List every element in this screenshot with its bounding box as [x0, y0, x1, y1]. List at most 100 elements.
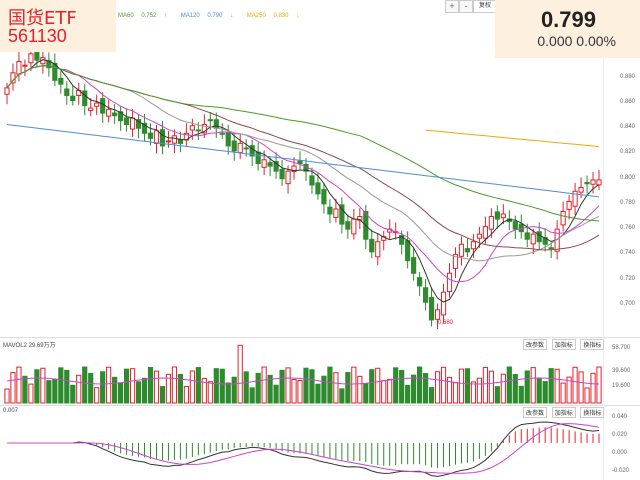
macd-axis-3: 0.000: [612, 450, 628, 456]
macd-dif-line: [7, 421, 600, 477]
volume-bar: [584, 387, 590, 404]
candle-up: [596, 179, 602, 186]
candle-up: [500, 213, 506, 219]
volume-bar: [530, 367, 536, 404]
volume-bar: [482, 367, 488, 404]
zoom-in-button[interactable]: +: [445, 0, 459, 13]
macd-dea-line: [7, 423, 600, 474]
macd-add-indicator-button[interactable]: 加指标: [551, 407, 576, 418]
price-change: 0.000 0.00%: [537, 33, 616, 49]
macd-edit-params-button[interactable]: 改参数: [523, 407, 548, 418]
candle-up: [458, 243, 465, 257]
volume-bar: [536, 378, 542, 404]
volume-bar: [411, 374, 417, 404]
zoom-out-button[interactable]: -: [459, 0, 473, 13]
macd-axis-2: 0.020: [612, 432, 628, 438]
volume-bar: [488, 370, 494, 404]
candle-down: [536, 231, 542, 243]
volume-bar: [106, 366, 112, 404]
volume-bar: [231, 376, 237, 404]
volume-bar: [273, 384, 279, 404]
volume-bar: [494, 386, 500, 404]
volume-bar: [261, 366, 267, 404]
volume-bar: [572, 366, 578, 404]
volume-bar: [363, 383, 369, 404]
volume-edit-params-button[interactable]: 改参数: [523, 339, 548, 350]
candle-up: [578, 187, 584, 193]
volume-bar: [297, 379, 303, 404]
volume-bar: [464, 368, 471, 404]
candle-down: [225, 132, 231, 147]
candle-down: [70, 95, 76, 102]
volume-bar: [82, 366, 88, 404]
volume-bar: [279, 369, 285, 404]
volume-bar: [548, 368, 554, 404]
volume-bar: [183, 385, 189, 404]
candle-down: [58, 77, 64, 85]
macd-axis-4: -0.020: [612, 468, 630, 474]
price-axis-tick: 0.800: [620, 174, 636, 181]
macd-switch-indicator-button[interactable]: 换指标: [580, 407, 605, 418]
volume-bar: [369, 369, 375, 404]
candle-up: [129, 117, 136, 130]
ma120-line: [6, 124, 600, 198]
candle-down: [584, 181, 590, 185]
volume-bar: [213, 368, 219, 404]
candle-up: [28, 53, 34, 64]
volume-bar: [590, 372, 596, 404]
volume-add-indicator-button[interactable]: 加指标: [551, 339, 576, 350]
price-axis-tick: 0.700: [620, 300, 636, 307]
volume-bar: [470, 381, 477, 404]
volume-bar: [399, 369, 405, 404]
volume-bar: [147, 367, 154, 404]
volume-bar: [22, 375, 28, 404]
volume-bar: [417, 366, 423, 404]
candle-down: [524, 232, 530, 240]
price-axis-tick: 0.720: [620, 275, 636, 282]
candle-down: [82, 90, 88, 107]
candle-up: [530, 233, 536, 245]
candle-down: [243, 147, 249, 150]
macd-panel-label: 0.007: [3, 408, 19, 414]
volume-switch-indicator-button[interactable]: 换指标: [580, 339, 605, 350]
candle-down: [548, 247, 554, 250]
volume-bar: [518, 385, 524, 404]
candle-down: [428, 296, 435, 321]
candle-down: [195, 129, 201, 132]
candle-up: [560, 210, 566, 226]
volume-bar: [315, 383, 321, 404]
candle-up: [375, 241, 381, 258]
volume-bar: [476, 377, 483, 404]
volume-bar: [94, 387, 100, 404]
candle-down: [345, 221, 351, 230]
candle-down: [464, 248, 471, 253]
volume-axis-3: 19.600: [612, 383, 631, 389]
volume-bar: [195, 367, 201, 404]
candle-up: [434, 309, 441, 320]
candle-down: [147, 132, 154, 139]
volume-bar: [309, 369, 315, 404]
volume-panel-divider: [0, 337, 640, 338]
adjust-select[interactable]: 复权: [473, 0, 497, 13]
volume-bar: [28, 383, 34, 404]
volume-bar: [16, 366, 22, 404]
candle-down: [267, 162, 273, 167]
ma10-line: [6, 65, 600, 283]
volume-panel-label: MAVOL2 29.69万万: [3, 343, 56, 349]
candle-down: [213, 119, 219, 129]
volume-bar: [321, 375, 327, 404]
volume-bar: [381, 380, 387, 404]
candle-up: [440, 291, 447, 316]
candle-up: [16, 60, 22, 75]
candle-down: [123, 117, 130, 125]
candle-down: [512, 221, 518, 230]
volume-bar: [452, 382, 459, 404]
volume-bar: [291, 379, 297, 404]
candle-down: [297, 160, 303, 165]
volume-bar: [512, 373, 518, 404]
candle-up: [189, 125, 195, 131]
volume-bar: [434, 371, 441, 404]
candle-up: [165, 140, 172, 143]
quote-box: 0.799 0.000 0.00%: [495, 0, 640, 58]
macd-panel-buttons: 改参数 加指标 换指标: [520, 407, 605, 418]
